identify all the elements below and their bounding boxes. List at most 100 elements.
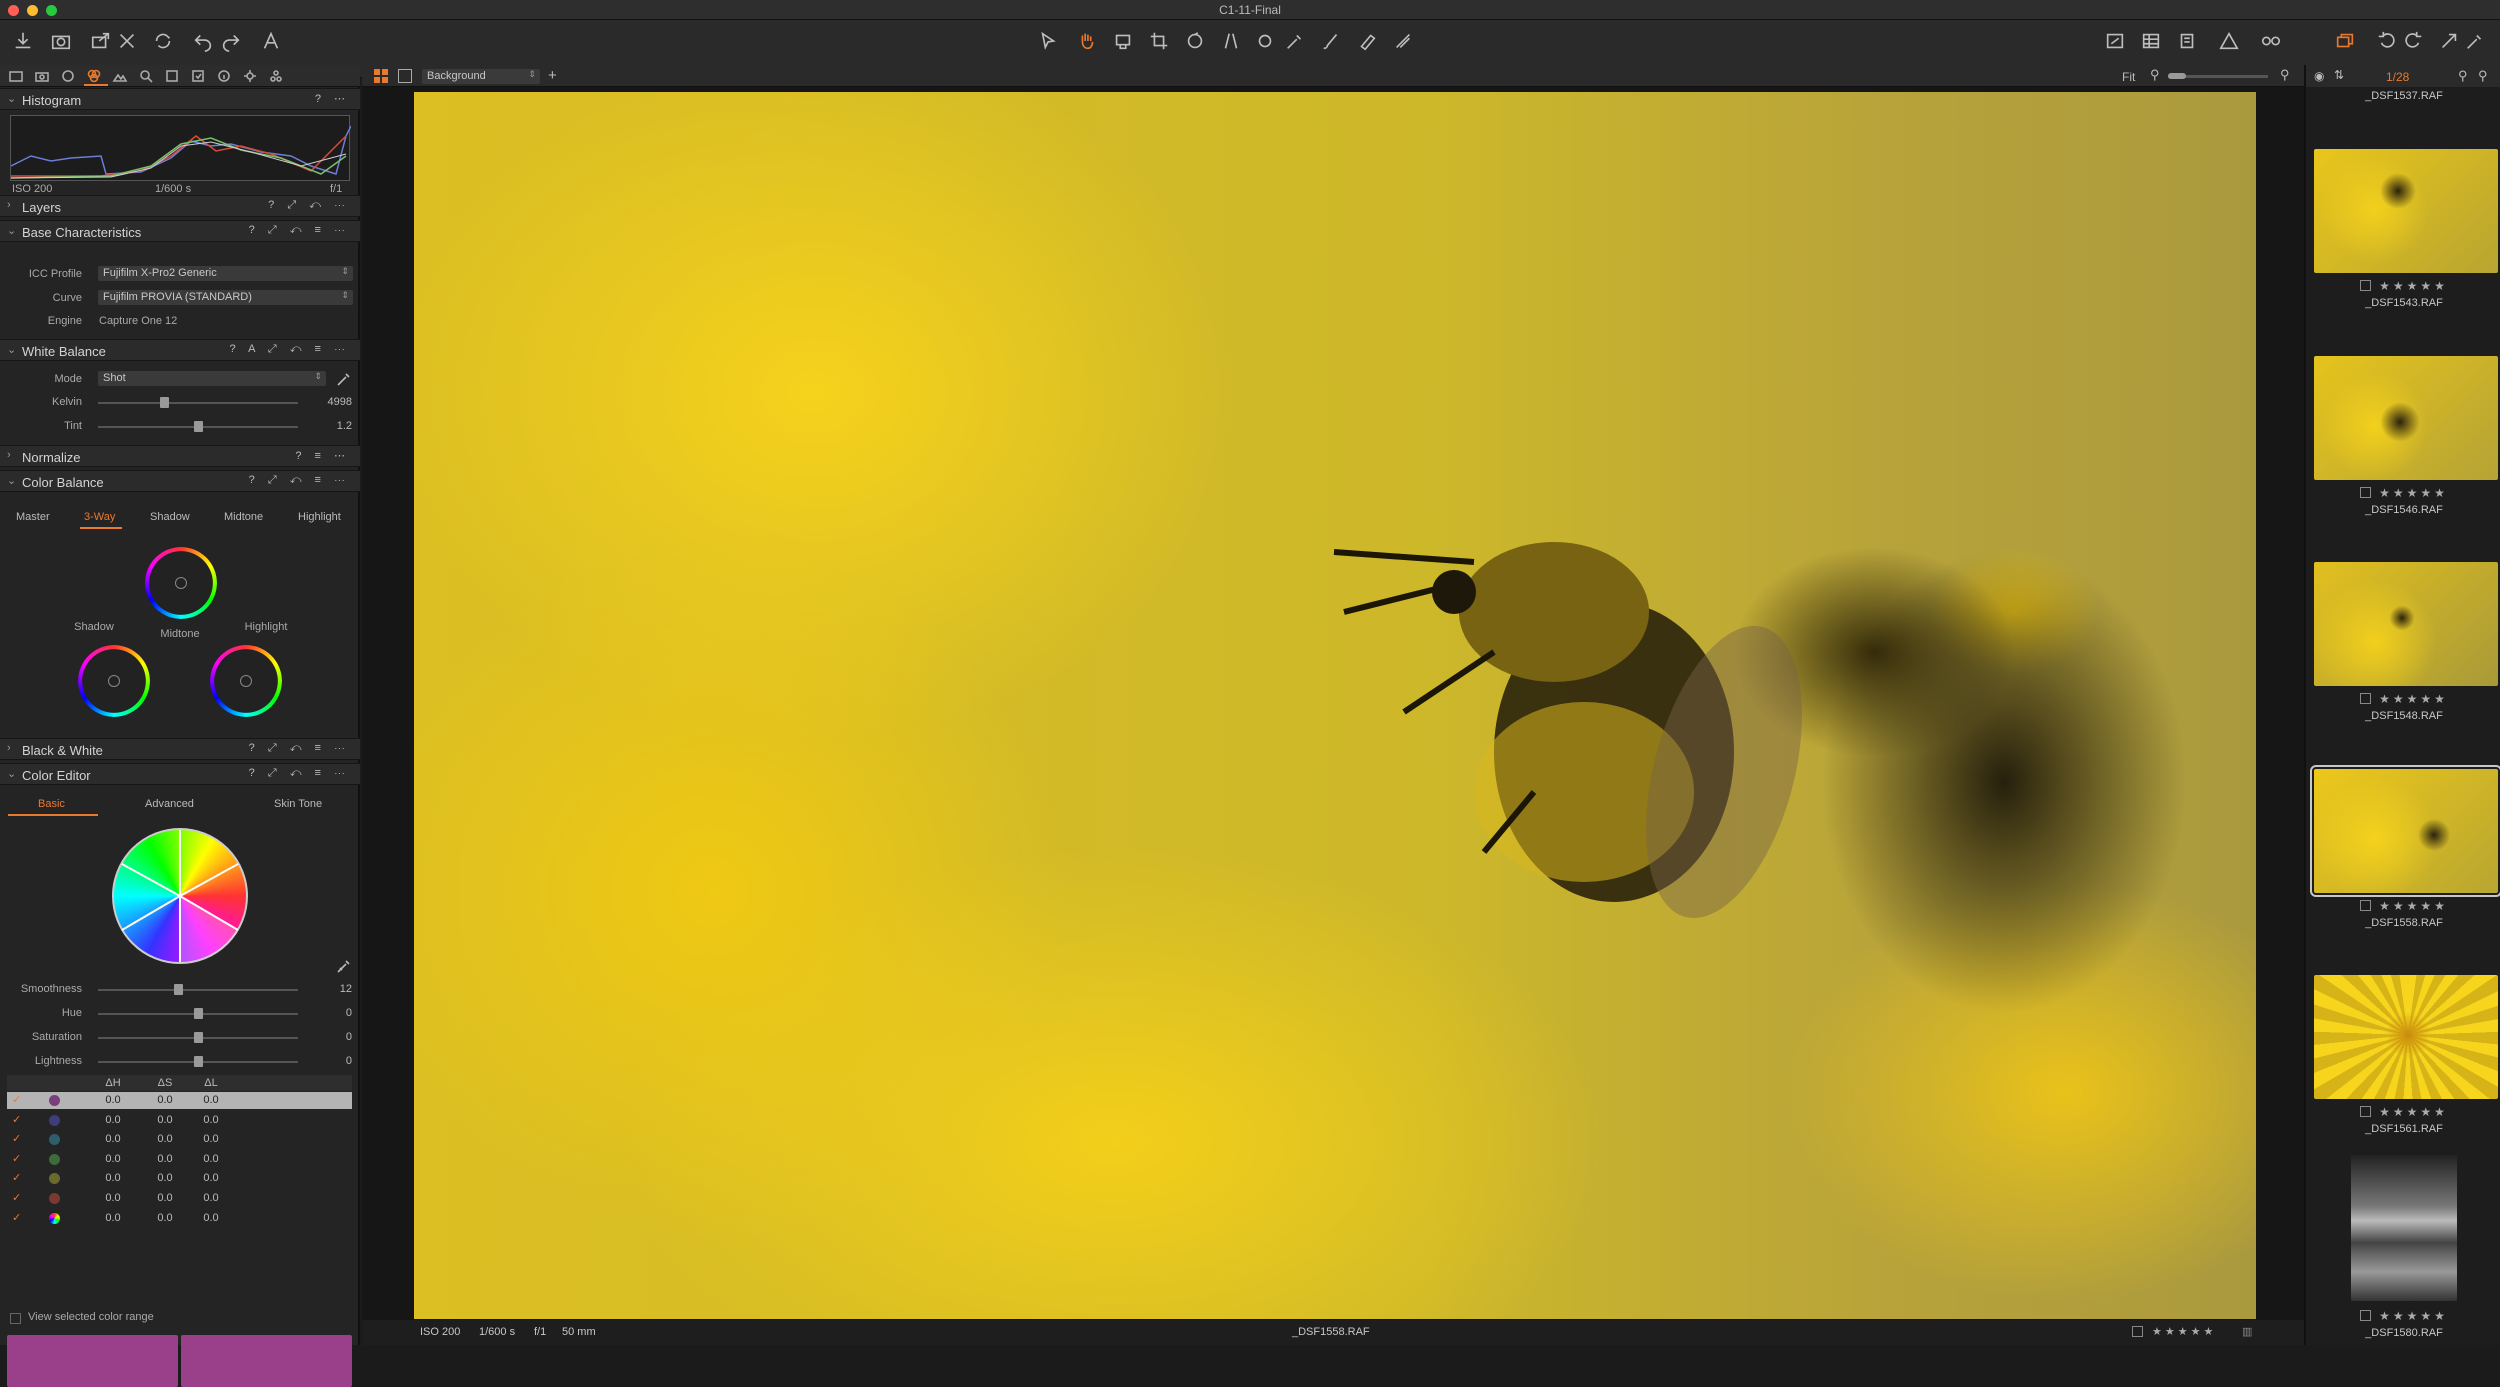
view-range-checkbox[interactable]	[10, 1313, 21, 1324]
saturation-slider[interactable]	[98, 1032, 298, 1043]
section-actions[interactable]: ? ≡ ⋯	[295, 449, 350, 462]
rotate-right-icon[interactable]	[2398, 28, 2428, 54]
exposure-tab-icon[interactable]	[112, 68, 128, 84]
section-actions[interactable]: ? A ⤢ ↶ ≡ ⋯	[230, 343, 351, 356]
thumb-stars[interactable]: ★★★★★	[2379, 1309, 2448, 1323]
thumb-stars[interactable]: ★★★★★	[2379, 279, 2448, 293]
browser-search-icon[interactable]: ⚲	[2458, 68, 2468, 84]
histogram-header[interactable]: ⌄ Histogram ? ⋯	[0, 88, 360, 110]
layer-select-dropdown[interactable]: Background ⇕	[422, 69, 540, 84]
thumbnail-1546[interactable]	[2314, 356, 2498, 480]
image-viewer[interactable]	[362, 87, 2304, 1320]
cb-tab-master[interactable]: Master	[16, 511, 50, 523]
add-layer-icon[interactable]: +	[548, 67, 557, 84]
zoom-out-icon[interactable]: ⚲	[2150, 67, 2160, 83]
status-color-tag-icon[interactable]: ▥	[2242, 1325, 2252, 1338]
keystone-tool-icon[interactable]	[1216, 28, 1246, 54]
thumb-select-checkbox[interactable]	[2360, 487, 2372, 498]
delete-icon[interactable]	[112, 28, 142, 54]
rotate-tool-icon[interactable]	[1180, 28, 1210, 54]
thumb-filename[interactable]: _DSF1548.RAF	[2306, 710, 2500, 722]
redo-icon[interactable]	[216, 28, 246, 54]
color-table-row[interactable]: ✓ 0.0 0.0 0.0	[7, 1170, 352, 1187]
curve-dropdown[interactable]: Fujifilm PROVIA (STANDARD) ⇕	[98, 290, 353, 305]
library-tab-icon[interactable]	[8, 68, 24, 84]
normalize-header[interactable]: › Normalize ? ≡ ⋯	[0, 445, 360, 467]
thumb-select-checkbox[interactable]	[2360, 1106, 2372, 1117]
lightness-slider-knob[interactable]	[194, 1056, 203, 1067]
browser-zoom-icon[interactable]: ⚲	[2478, 68, 2488, 84]
wheel-center-handle[interactable]	[175, 577, 187, 589]
spot-tool-icon[interactable]	[1250, 28, 1280, 54]
thumb-rating[interactable]: ★★★★★	[2306, 486, 2500, 500]
wb-mode-dropdown[interactable]: Shot ⇕	[98, 371, 326, 386]
thumb-stars[interactable]: ★★★★★	[2379, 899, 2448, 913]
fit-label[interactable]: Fit	[2122, 70, 2135, 84]
proof-icon[interactable]	[2214, 28, 2244, 54]
hue-value[interactable]: 0	[312, 1007, 352, 1019]
row-check-icon[interactable]: ✓	[12, 1212, 22, 1223]
kelvin-slider[interactable]	[98, 397, 298, 408]
smoothness-slider[interactable]	[98, 984, 298, 995]
thumb-select-checkbox[interactable]	[2360, 1310, 2372, 1321]
zoom-slider-knob[interactable]	[2168, 73, 2186, 79]
lens-tab-icon[interactable]	[60, 68, 76, 84]
row-check-icon[interactable]: ✓	[12, 1153, 22, 1164]
color-tab-icon[interactable]	[86, 68, 102, 84]
section-actions[interactable]: ? ⤢ ↶ ≡ ⋯	[249, 742, 350, 755]
brush-tool-icon[interactable]	[1316, 28, 1346, 54]
base-characteristics-header[interactable]: ⌄ Base Characteristics ? ⤢ ↶ ≡ ⋯	[0, 220, 360, 242]
section-actions[interactable]: ? ⤢ ↶ ≡ ⋯	[249, 474, 350, 487]
text-icon[interactable]	[256, 28, 286, 54]
section-actions[interactable]: ? ⤢ ↶ ≡ ⋯	[249, 224, 350, 237]
color-table-row[interactable]: ✓ 0.0 0.0 0.0	[7, 1210, 352, 1227]
layers-header[interactable]: › Layers ? ⤢ ↶ ⋯	[0, 195, 360, 217]
loupe-tool-icon[interactable]	[1108, 28, 1138, 54]
hue-slider[interactable]	[98, 1008, 298, 1019]
eye-icon[interactable]: ◉	[2314, 69, 2324, 83]
row-check-icon[interactable]: ✓	[12, 1134, 22, 1145]
cb-tab-3way[interactable]: 3-Way	[84, 511, 115, 523]
section-actions[interactable]: ? ⤢ ↶ ⋯	[268, 199, 350, 212]
thumbnail-1543[interactable]	[2314, 149, 2498, 273]
row-check-icon[interactable]: ✓	[12, 1114, 22, 1125]
thumb-stars[interactable]: ★★★★★	[2379, 486, 2448, 500]
sort-icon[interactable]: ⇅	[2334, 68, 2344, 82]
saturation-slider-knob[interactable]	[194, 1032, 203, 1043]
thumbnail-1558[interactable]	[2310, 765, 2500, 897]
wheel-center-handle[interactable]	[240, 675, 252, 687]
kelvin-slider-knob[interactable]	[160, 397, 169, 408]
shadow-color-wheel[interactable]	[78, 645, 150, 717]
smoothness-value[interactable]: 12	[312, 983, 352, 995]
status-star-rating[interactable]: ★★★★★	[2152, 1325, 2216, 1338]
color-table-row[interactable]: ✓ 0.0 0.0 0.0	[7, 1092, 352, 1109]
local-adjust-tab-icon[interactable]	[164, 68, 180, 84]
row-check-icon[interactable]: ✓	[12, 1173, 22, 1184]
tint-slider[interactable]	[98, 421, 298, 432]
section-actions[interactable]: ? ⋯	[315, 92, 350, 105]
status-select-checkbox[interactable]	[2132, 1326, 2143, 1337]
ce-tab-basic[interactable]: Basic	[38, 798, 65, 810]
crop-tool-icon[interactable]	[1144, 28, 1174, 54]
highlight-color-wheel[interactable]	[210, 645, 282, 717]
details-tab-icon[interactable]	[138, 68, 154, 84]
hue-slider-knob[interactable]	[194, 1008, 203, 1019]
thumb-select-checkbox[interactable]	[2360, 900, 2372, 911]
compare-icon[interactable]	[2256, 28, 2286, 54]
lightness-slider[interactable]	[98, 1056, 298, 1067]
capture-tab-icon[interactable]	[34, 68, 50, 84]
cb-tab-highlight[interactable]: Highlight	[298, 511, 341, 523]
picker-adjustments-icon[interactable]	[2460, 28, 2490, 54]
undo-icon[interactable]	[188, 28, 218, 54]
top-thumb-name[interactable]: _DSF1537.RAF	[2306, 90, 2500, 102]
metadata-tab-icon[interactable]	[216, 68, 232, 84]
smoothness-slider-knob[interactable]	[174, 984, 183, 995]
midtone-color-wheel[interactable]	[145, 547, 217, 619]
picker-tool-icon[interactable]	[1280, 28, 1310, 54]
thumb-rating[interactable]: ★★★★★	[2306, 279, 2500, 293]
thumb-filename[interactable]: _DSF1580.RAF	[2306, 1327, 2500, 1339]
thumb-filename[interactable]: _DSF1558.RAF	[2306, 917, 2500, 929]
white-balance-header[interactable]: ⌄ White Balance ? A ⤢ ↶ ≡ ⋯	[0, 339, 360, 361]
black-white-header[interactable]: › Black & White ? ⤢ ↶ ≡ ⋯	[0, 738, 360, 760]
thumb-rating[interactable]: ★★★★★	[2306, 899, 2500, 913]
